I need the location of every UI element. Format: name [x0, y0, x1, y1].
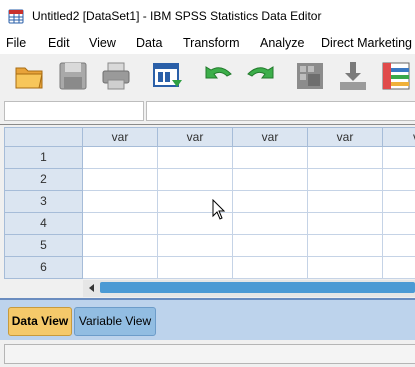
grid-cell[interactable]	[308, 191, 383, 213]
grid-cell[interactable]	[308, 213, 383, 235]
grid-cell[interactable]	[158, 257, 233, 279]
goto-case-icon[interactable]	[294, 60, 326, 92]
scrollbar-thumb[interactable]	[100, 282, 415, 293]
menu-view[interactable]: View	[89, 36, 116, 50]
open-folder-icon[interactable]	[14, 60, 46, 92]
undo-icon[interactable]	[203, 60, 235, 92]
menu-file[interactable]: File	[6, 36, 26, 50]
status-field	[4, 344, 415, 364]
column-header[interactable]: var	[233, 127, 308, 147]
grid-cell[interactable]	[83, 257, 158, 279]
variables-icon[interactable]	[380, 60, 412, 92]
grid-cell[interactable]	[233, 169, 308, 191]
column-header[interactable]: var	[83, 127, 158, 147]
print-icon[interactable]	[100, 60, 132, 92]
grid-cell[interactable]	[308, 169, 383, 191]
menu-analyze[interactable]: Analyze	[260, 36, 304, 50]
column-header[interactable]: var	[158, 127, 233, 147]
grid-cell[interactable]	[308, 235, 383, 257]
grid-cell[interactable]	[83, 235, 158, 257]
grid-cell[interactable]	[383, 235, 415, 257]
tab-variable-view[interactable]: Variable View	[74, 307, 156, 336]
grid-cell[interactable]	[383, 257, 415, 279]
grid-cell[interactable]	[383, 213, 415, 235]
grid-corner[interactable]	[4, 127, 83, 147]
grid-cell[interactable]	[233, 213, 308, 235]
cell-reference-field[interactable]	[4, 101, 144, 121]
save-icon[interactable]	[57, 60, 89, 92]
menu-data[interactable]: Data	[136, 36, 162, 50]
grid-cell[interactable]	[383, 169, 415, 191]
recall-dialog-icon[interactable]	[152, 60, 184, 92]
column-header[interactable]: var	[308, 127, 383, 147]
grid-cell[interactable]	[83, 169, 158, 191]
grid-cell[interactable]	[308, 147, 383, 169]
menu-transform[interactable]: Transform	[183, 36, 240, 50]
grid-cell[interactable]	[383, 191, 415, 213]
row-header[interactable]: 3	[4, 191, 83, 213]
grid-cell[interactable]	[383, 147, 415, 169]
menu-direct-marketing[interactable]: Direct Marketing	[321, 36, 412, 50]
grid-cell[interactable]	[233, 147, 308, 169]
window-title: Untitled2 [DataSet1] - IBM SPSS Statisti…	[32, 9, 322, 23]
scroll-left-arrow-icon[interactable]	[85, 281, 99, 295]
column-header[interactable]: va	[383, 127, 415, 147]
grid-cell[interactable]	[233, 235, 308, 257]
grid-cell[interactable]	[158, 235, 233, 257]
redo-icon[interactable]	[244, 60, 276, 92]
grid-cell[interactable]	[158, 147, 233, 169]
row-header[interactable]: 2	[4, 169, 83, 191]
row-header[interactable]: 4	[4, 213, 83, 235]
row-header[interactable]: 1	[4, 147, 83, 169]
grid-cell[interactable]	[83, 213, 158, 235]
grid-cell[interactable]	[83, 191, 158, 213]
mouse-pointer-icon	[212, 199, 226, 220]
cell-value-field[interactable]	[146, 101, 415, 121]
grid-cell[interactable]	[233, 257, 308, 279]
grid-cell[interactable]	[83, 147, 158, 169]
tab-data-view[interactable]: Data View	[8, 307, 72, 336]
row-header[interactable]: 5	[4, 235, 83, 257]
spss-app-icon	[8, 9, 24, 24]
goto-variable-icon[interactable]	[337, 60, 369, 92]
row-header[interactable]: 6	[4, 257, 83, 279]
menu-edit[interactable]: Edit	[48, 36, 70, 50]
grid-cell[interactable]	[308, 257, 383, 279]
grid-cell[interactable]	[158, 169, 233, 191]
grid-cell[interactable]	[233, 191, 308, 213]
